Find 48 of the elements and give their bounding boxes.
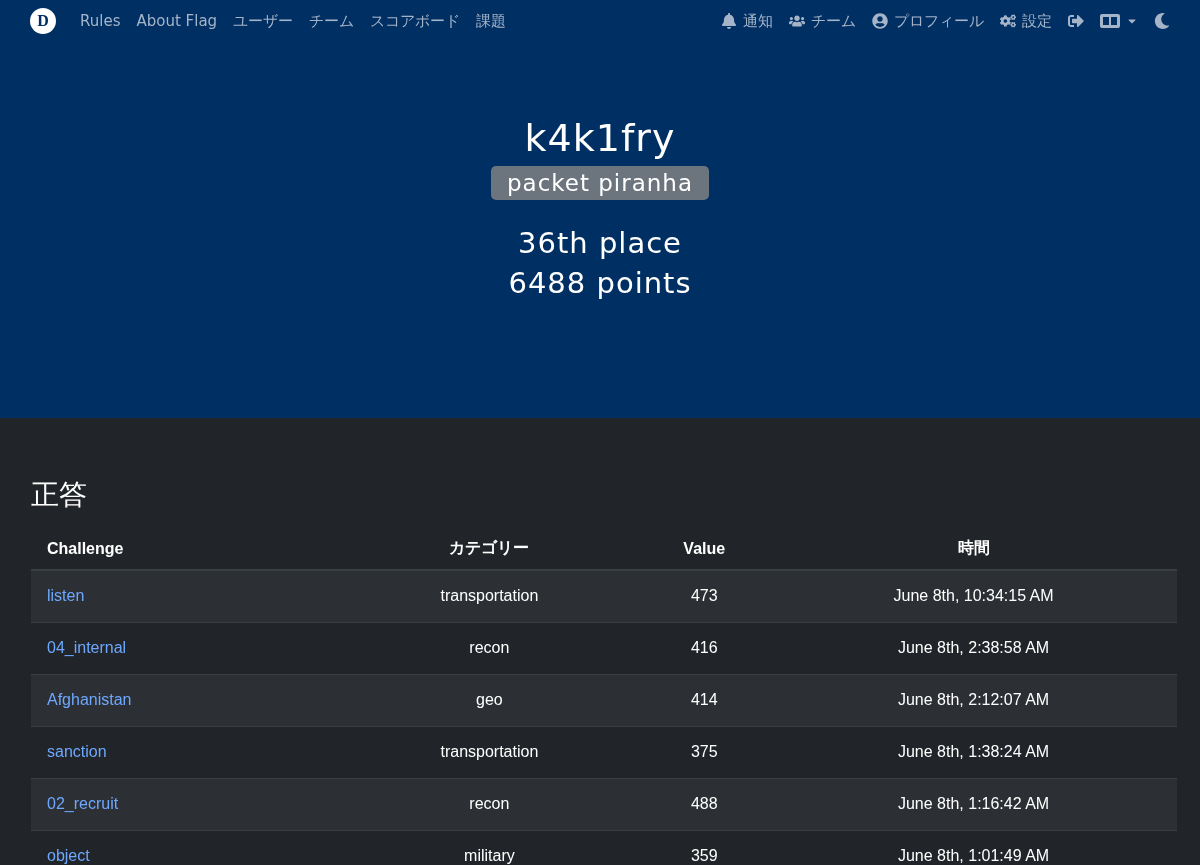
challenge-link[interactable]: 04_internal	[47, 639, 127, 656]
table-cell: 416	[638, 622, 771, 674]
table-cell: recon	[340, 778, 639, 830]
nav-link[interactable]: チーム	[789, 11, 856, 31]
table-cell: geo	[340, 674, 639, 726]
nav-link[interactable]: About Flag	[136, 12, 218, 30]
table-cell: June 8th, 2:12:07 AM	[770, 674, 1177, 726]
table-cell: 359	[638, 830, 771, 865]
place-text: 36th place	[518, 226, 682, 260]
table-cell: 375	[638, 726, 771, 778]
nav-link[interactable]: スコアボード	[370, 11, 461, 31]
table-cell: June 8th, 1:38:24 AM	[770, 726, 1177, 778]
nav-link[interactable]: Rules	[80, 12, 121, 30]
table-cell: 488	[638, 778, 771, 830]
nav-link[interactable]: 設定	[1000, 11, 1052, 31]
challenge-link[interactable]: 02_recruit	[47, 795, 119, 812]
nav-link[interactable]: 通知	[721, 11, 773, 31]
moon-icon	[1154, 13, 1170, 29]
gears-icon	[1000, 13, 1016, 29]
table-cell: June 8th, 10:34:15 AM	[770, 570, 1177, 622]
logo[interactable]: D	[30, 8, 56, 34]
team-badge: packet piranha	[490, 166, 710, 200]
users-icon	[789, 13, 805, 29]
table-cell: 414	[638, 674, 771, 726]
table-cell: June 8th, 1:16:42 AM	[770, 778, 1177, 830]
table-cell: 473	[638, 570, 771, 622]
table-cell: transportation	[340, 726, 639, 778]
nav-link[interactable]: チーム	[309, 11, 355, 31]
table-cell: military	[340, 830, 639, 865]
challenge-link[interactable]: Afghanistan	[47, 691, 132, 708]
table-cell: transportation	[340, 570, 639, 622]
section-title: 正答	[31, 477, 88, 513]
nav-link[interactable]	[1154, 13, 1170, 29]
nav-link[interactable]: 課題	[476, 11, 507, 31]
points-text: 6488 points	[508, 266, 692, 300]
nav-link[interactable]	[1100, 14, 1138, 28]
challenge-link[interactable]: object	[47, 847, 90, 865]
nav-link[interactable]	[1068, 13, 1084, 29]
nav-link[interactable]: プロフィール	[872, 11, 984, 31]
user-name: k4k1fry	[524, 116, 676, 160]
nav-link[interactable]: ユーザー	[233, 11, 294, 31]
table-cell: June 8th, 1:01:49 AM	[770, 830, 1177, 865]
challenge-link[interactable]: sanction	[47, 743, 107, 760]
logout-icon	[1068, 13, 1084, 29]
bell-icon	[721, 13, 737, 29]
table-cell: recon	[340, 622, 639, 674]
table-cell: June 8th, 2:38:58 AM	[770, 622, 1177, 674]
challenge-link[interactable]: listen	[47, 587, 85, 605]
